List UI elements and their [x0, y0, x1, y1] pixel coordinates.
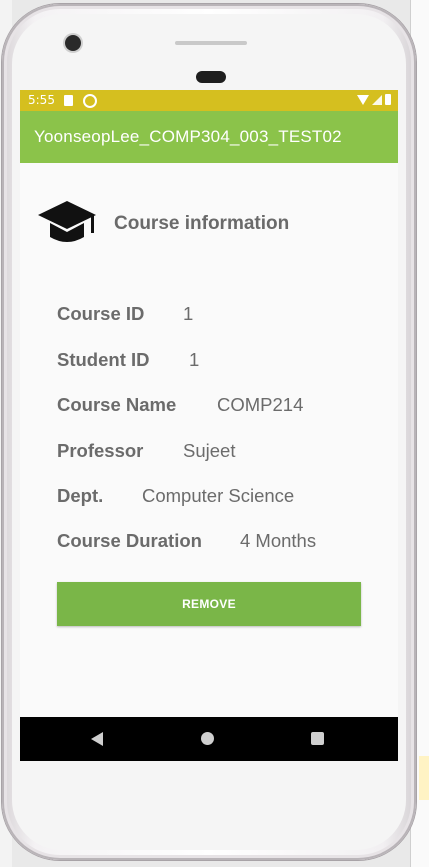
- field-label: Professor: [57, 440, 144, 461]
- course-detail: Course information Course ID 1 Student I…: [20, 163, 398, 717]
- sd-card-icon: [64, 95, 73, 106]
- battery-icon: [385, 94, 391, 105]
- field-value: Computer Science: [142, 485, 295, 506]
- field-value: Sujeet: [183, 440, 236, 461]
- field-value: 4 Months: [240, 530, 317, 551]
- field-dept: Dept. Computer Science: [57, 485, 294, 507]
- field-label: Student ID: [57, 349, 150, 370]
- field-label: Course ID: [57, 303, 145, 324]
- earpiece-speaker: [175, 41, 247, 45]
- wifi-icon: [357, 94, 369, 105]
- field-label: Course Duration: [57, 530, 202, 551]
- page-title: Course information: [114, 213, 290, 234]
- field-course-duration: Course Duration 4 Months: [57, 530, 316, 552]
- desktop-background-highlight: [419, 756, 429, 800]
- field-course-name: Course Name COMP214: [57, 394, 303, 416]
- field-course-id: Course ID 1: [57, 303, 193, 325]
- field-professor: Professor Sujeet: [57, 440, 235, 462]
- recents-icon[interactable]: [311, 732, 324, 745]
- status-bar: 5:55: [20, 90, 398, 111]
- field-value: 1: [183, 303, 194, 324]
- remove-button[interactable]: REMOVE: [57, 582, 361, 626]
- app-title: YoonseopLee_COMP304_003_TEST02: [34, 127, 342, 146]
- graduation-cap-icon: [38, 201, 96, 242]
- sync-icon: [83, 94, 97, 108]
- device-screen: 5:55 YoonseopLee_COMP304_003_TEST02 Cour…: [20, 90, 398, 761]
- proximity-sensor: [196, 71, 226, 83]
- back-icon[interactable]: [91, 732, 103, 746]
- signal-icon: [372, 94, 382, 105]
- status-time: 5:55: [28, 93, 55, 107]
- front-camera: [65, 35, 81, 51]
- navigation-bar: [20, 717, 398, 761]
- home-icon[interactable]: [201, 732, 214, 745]
- app-bar: YoonseopLee_COMP304_003_TEST02: [20, 111, 398, 163]
- field-value: COMP214: [217, 394, 304, 415]
- field-value: 1: [189, 349, 200, 370]
- field-student-id: Student ID 1: [57, 349, 199, 371]
- field-label: Course Name: [57, 394, 177, 415]
- status-icons: [357, 94, 391, 105]
- field-label: Dept.: [57, 485, 104, 506]
